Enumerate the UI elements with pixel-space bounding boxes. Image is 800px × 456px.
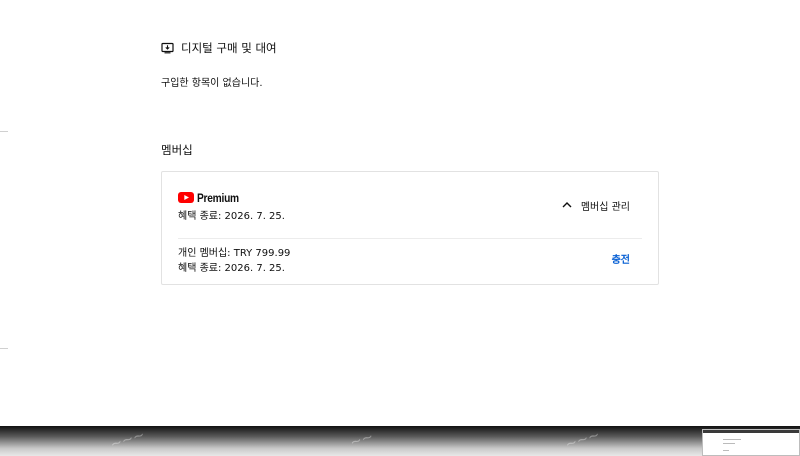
premium-logo: Premium [178,188,246,207]
watermark-graphic: ~~ [348,428,376,452]
purchase-tag-icon [161,42,174,54]
edge-divider [0,348,8,349]
purchases-title: 디지털 구매 및 대여 [181,41,277,55]
card-divider [178,238,642,239]
plan-benefit-end-date: 혜택 종료: 2026. 7. 25. [178,263,285,274]
benefit-end-date: 혜택 종료: 2026. 7. 25. [178,211,285,222]
edge-divider [0,131,8,132]
manage-membership-button[interactable]: 멤버십 관리 [562,198,630,213]
membership-heading: 멤버십 [161,143,193,157]
watermark-graphic: ~~~ [108,426,147,454]
chevron-up-icon [562,200,572,211]
plan-price: 개인 멤버십: TRY 799.99 [178,248,291,259]
page: 디지털 구매 및 대여 구입한 항목이 없습니다. 멤버십 Premium 혜택… [0,0,800,426]
membership-card: Premium 혜택 종료: 2026. 7. 25. 멤버십 관리 개인 멤버… [161,171,659,285]
bottom-overlay-strip: ~~~ ~~ ~~~ [0,426,800,456]
charge-button[interactable]: 충전 [612,251,630,266]
thumbnail-preview[interactable] [702,429,800,456]
purchases-empty-message: 구입한 항목이 없습니다. [161,78,263,89]
youtube-play-icon [178,188,194,207]
premium-brand-text: Premium [197,190,239,205]
manage-membership-label: 멤버십 관리 [580,202,630,213]
watermark-graphic: ~~~ [563,426,602,454]
purchases-section-title: 디지털 구매 및 대여 [161,40,277,56]
